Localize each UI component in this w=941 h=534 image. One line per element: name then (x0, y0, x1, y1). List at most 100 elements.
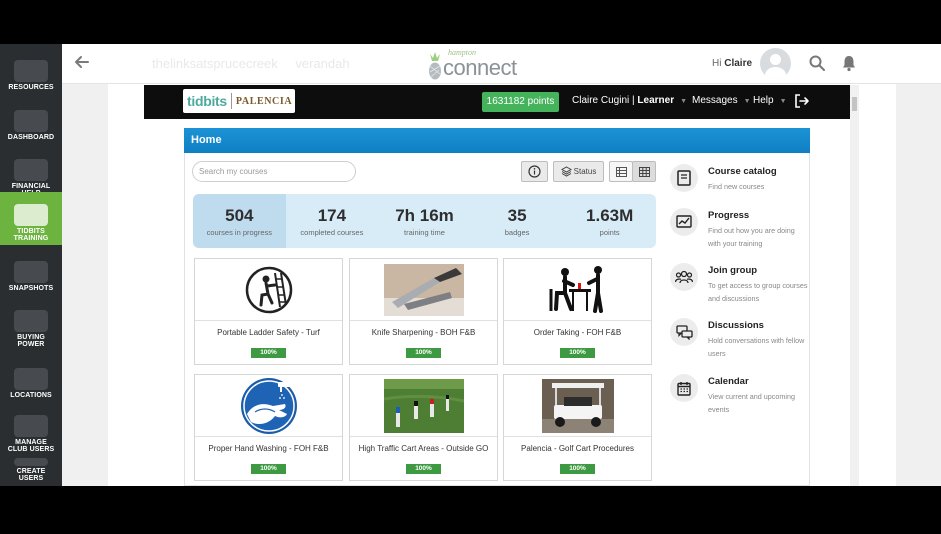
stat-value: 1.63M (586, 206, 634, 225)
course-title: Proper Hand Washing - FOH F&B (208, 444, 329, 453)
stat-badges[interactable]: 35 badges (471, 194, 564, 248)
points-badge[interactable]: 1631182 points (482, 92, 559, 112)
course-thumbnail (350, 259, 497, 321)
course-progress-badge: 100% (406, 348, 441, 358)
financial-help-icon (14, 159, 48, 181)
chevron-down-icon: ▼ (680, 98, 688, 105)
back-arrow-icon[interactable] (72, 53, 92, 73)
info-button[interactable] (521, 161, 548, 182)
course-title: Knife Sharpening - BOH F&B (371, 328, 476, 337)
scrollbar-thumb[interactable] (852, 97, 857, 111)
stat-completed-courses[interactable]: 174 completed courses (286, 194, 379, 248)
stat-points[interactable]: 1.63M points (563, 194, 656, 248)
course-thumbnail (195, 259, 342, 321)
avatar[interactable] (760, 48, 791, 79)
calendar-link[interactable]: Calendar View current and upcoming event… (670, 374, 810, 422)
sidebar-item-label: LOCATIONS (10, 392, 52, 399)
sidebar-item-dashboard[interactable]: DASHBOARD (0, 94, 62, 144)
progress-chart-icon (670, 208, 698, 236)
logo-tidbits: tidbits (187, 93, 227, 109)
lms-nav-bar: tidbits PALENCIA 1631182 points Claire C… (144, 85, 850, 119)
brand-wordmark: connect (443, 55, 517, 80)
greeting-user-name: Claire (724, 58, 753, 69)
greeting-text: Hi (712, 58, 722, 69)
club-name[interactable]: verandah (295, 56, 349, 71)
locations-icon (14, 368, 48, 390)
course-catalog-title: Course catalog (708, 166, 777, 177)
sidebar-item-manage-club-users[interactable]: MANAGE CLUB USERS (0, 400, 62, 456)
users-icon (14, 415, 48, 437)
cart-icon (14, 310, 48, 332)
course-search-input[interactable]: Search my courses (192, 161, 356, 182)
group-icon (670, 263, 698, 291)
course-catalog-link[interactable]: Course catalog Find new courses (670, 164, 810, 204)
list-view-button[interactable] (609, 161, 633, 182)
sidebar-item-label: BUYING POWER (17, 334, 45, 348)
course-title: Order Taking - FOH F&B (533, 328, 622, 337)
ladder-safety-icon (245, 266, 292, 313)
sidebar-item-snapshots[interactable]: SNAPSHOTS (0, 245, 62, 295)
golf-cart-image (541, 378, 614, 433)
course-card[interactable]: Order Taking - FOH F&B 100% (503, 258, 652, 365)
sidebar-item-resources[interactable]: RESOURCES (0, 44, 62, 94)
logo-palencia: PALENCIA (235, 95, 293, 107)
order-taking-icon (549, 265, 603, 313)
hand-washing-icon (240, 377, 297, 434)
sidebar-item-label: SNAPSHOTS (8, 285, 54, 292)
sidebar-item-buying-power[interactable]: BUYING POWER (0, 295, 62, 351)
progress-link[interactable]: Progress Find out how you are doing with… (670, 208, 810, 256)
user-menu[interactable]: Claire Cugini | Learner ▼ (572, 95, 687, 106)
course-progress-badge: 100% (560, 348, 595, 358)
resources-icon (14, 60, 48, 82)
course-title: Portable Ladder Safety - Turf (217, 328, 320, 337)
join-group-link[interactable]: Join group To get access to group course… (670, 263, 810, 311)
user-role: Learner (637, 95, 675, 106)
course-title: High Traffic Cart Areas - Outside GO (358, 444, 489, 453)
course-card[interactable]: Knife Sharpening - BOH F&B 100% (349, 258, 498, 365)
info-icon (528, 165, 541, 178)
list-view-icon (615, 166, 627, 177)
sidebar-item-label: RESOURCES (8, 84, 54, 91)
progress-title: Progress (708, 210, 750, 221)
course-card[interactable]: Portable Ladder Safety - Turf 100% (194, 258, 343, 365)
grid-view-button[interactable] (632, 161, 656, 182)
layers-icon (560, 166, 572, 177)
top-bar: thelinksatsprucecreek verandah hampton c… (62, 44, 941, 84)
panel-scrollbar[interactable] (850, 85, 859, 486)
messages-label: Messages (692, 95, 738, 106)
help-menu[interactable]: Help ▼ (753, 95, 787, 106)
calendar-title: Calendar (708, 376, 749, 387)
logout-icon[interactable] (794, 93, 810, 109)
greeting: Hi Claire (712, 58, 752, 69)
user-full-name: Claire Cugini (572, 95, 630, 106)
course-card[interactable]: Proper Hand Washing - FOH F&B 100% (194, 374, 343, 481)
club-name[interactable]: thelinksatsprucecreek (152, 56, 278, 71)
course-card[interactable]: Palencia - Golf Cart Procedures 100% (503, 374, 652, 481)
join-group-title: Join group (708, 265, 758, 276)
course-thumbnail (195, 375, 342, 437)
grid-view-icon (638, 166, 650, 177)
course-progress-badge: 100% (406, 464, 441, 474)
dashboard-icon (14, 110, 48, 132)
search-icon[interactable] (808, 54, 826, 72)
discussions-title: Discussions (708, 320, 764, 331)
course-progress-badge: 100% (251, 464, 286, 474)
course-progress-badge: 100% (251, 348, 286, 358)
stat-label: badges (504, 228, 530, 237)
sidebar-item-tidbits-training[interactable]: TIDBITS TRAINING (0, 192, 62, 245)
tidbits-palencia-logo[interactable]: tidbits PALENCIA (183, 89, 295, 113)
progress-desc: Find out how you are doing with your tra… (708, 226, 795, 248)
bell-icon[interactable] (840, 54, 858, 72)
stat-value: 7h 16m (395, 206, 454, 225)
book-icon (670, 164, 698, 192)
sidebar-item-create-users[interactable]: CREATE USERS (0, 450, 62, 486)
discussions-link[interactable]: Discussions Hold conversations with fell… (670, 318, 810, 366)
messages-menu[interactable]: Messages ▼ (692, 95, 751, 106)
status-filter-button[interactable]: Status (553, 161, 604, 182)
course-card[interactable]: High Traffic Cart Areas - Outside GO 100… (349, 374, 498, 481)
sidebar-item-locations[interactable]: LOCATIONS (0, 350, 62, 402)
chat-icon (670, 318, 698, 346)
cart-area-image (383, 378, 464, 433)
stat-training-time[interactable]: 7h 16m training time (378, 194, 471, 248)
stat-courses-in-progress[interactable]: 504 courses in progress (193, 194, 286, 248)
